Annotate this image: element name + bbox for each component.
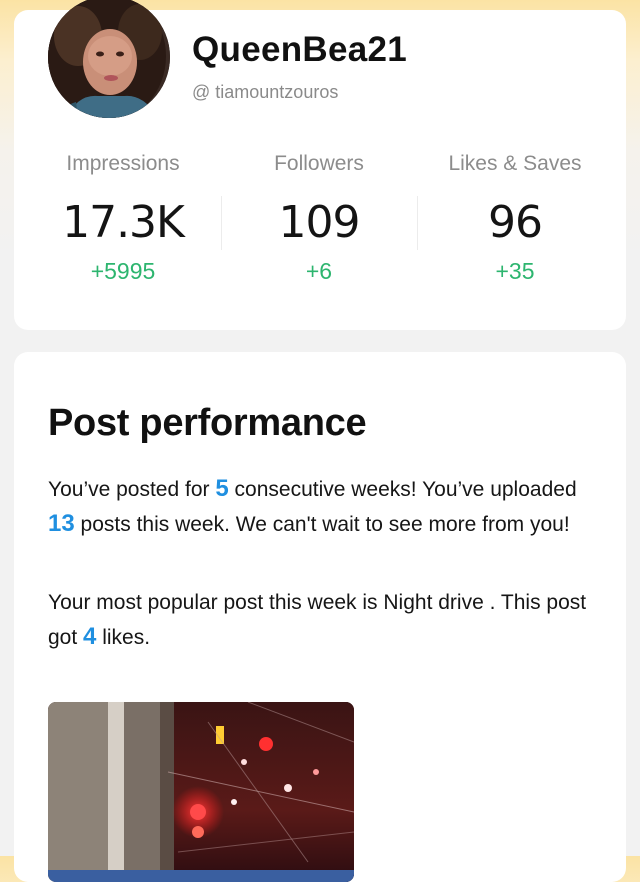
post-performance-card: Post performance You’ve posted for 5 con… [14,352,626,882]
profile-stats-card: QueenBea21 @ tiamountzouros Impressions … [14,0,626,330]
stat-delta: +5995 [90,258,156,284]
posts-count: 13 [48,510,75,537]
username: QueenBea21 [192,30,408,69]
section-title: Post performance [48,402,367,444]
text-segment: consecutive weeks! You’ve uploaded [228,478,577,501]
stat-delta: +35 [495,258,535,284]
popular-post-thumbnail[interactable] [48,702,354,882]
stat-label: Followers [274,152,364,175]
likes-count: 4 [83,623,97,650]
user-handle: @ tiamountzouros [192,82,339,102]
stat-value: 96 [488,197,543,248]
text-segment: posts this week. We can't wait to see mo… [74,513,570,536]
text-segment: You’ve posted for [48,478,216,501]
stat-label: Impressions [66,152,180,175]
avatar[interactable] [48,0,170,118]
stat-impressions[interactable]: Impressions 17.3K +5995 [18,152,228,285]
stat-delta: +6 [305,258,333,284]
stat-followers[interactable]: Followers 109 +6 [214,152,424,285]
avatar-photo-icon [48,0,170,118]
stat-value: 17.3K [62,197,185,248]
stat-likes-saves[interactable]: Likes & Saves 96 +35 [410,152,620,285]
text-segment: likes. [96,626,151,649]
stat-value: 109 [278,197,361,248]
consistency-message: You’ve posted for 5 consecutive weeks! Y… [48,472,588,542]
stat-label: Likes & Saves [448,152,582,175]
night-drive-photo-icon [48,702,354,882]
weeks-count: 5 [215,475,229,502]
popular-post-message: Your most popular post this week is Nigh… [48,586,588,655]
